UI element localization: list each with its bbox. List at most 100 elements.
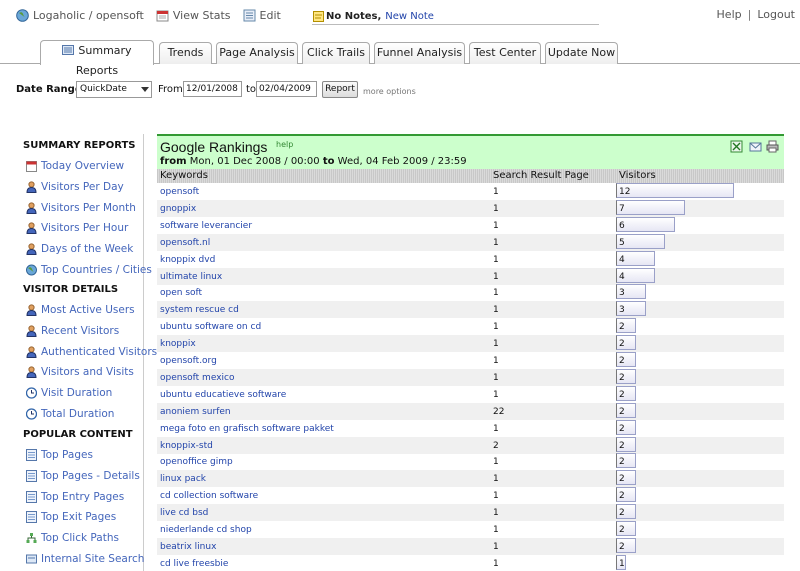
more-options-link[interactable]: more options <box>363 87 416 96</box>
keyword-link[interactable]: opensoft <box>160 187 199 197</box>
report-icon <box>62 45 75 55</box>
search-result-page: 1 <box>493 423 499 434</box>
keyword-link[interactable]: open soft <box>160 288 202 298</box>
visitors-bar: 3 <box>616 301 646 317</box>
from-label: From <box>158 84 183 95</box>
logout-link[interactable]: Logout <box>757 8 795 21</box>
sidebar-item-top-pages-details[interactable]: Top Pages - Details <box>26 468 140 484</box>
quickdate-select[interactable]: QuickDate <box>76 81 152 98</box>
visitors-value: 7 <box>619 203 625 214</box>
table-row: linux pack 1 2 <box>157 470 784 488</box>
view-stats-link[interactable]: View Stats <box>173 9 231 22</box>
table-row: knoppix 1 2 <box>157 335 784 353</box>
print-icon[interactable] <box>766 140 779 153</box>
tab-funnel-analysis[interactable]: Funnel Analysis <box>374 42 465 64</box>
from-word: from <box>160 156 187 167</box>
sidebar-item-days-of-the-week[interactable]: Days of the Week <box>26 241 133 257</box>
keyword-link[interactable]: ubuntu educatieve software <box>160 390 286 400</box>
sidebar-item-visit-duration[interactable]: Visit Duration <box>25 385 112 401</box>
new-note-link[interactable]: New Note <box>385 11 434 22</box>
edit-link[interactable]: Edit <box>260 9 281 22</box>
keyword-link[interactable]: gnoppix <box>160 204 196 214</box>
sidebar-item-top-click-paths[interactable]: Top Click Paths <box>26 530 119 546</box>
help-link[interactable]: help <box>276 140 293 149</box>
to-date-input[interactable]: 02/04/2009 <box>256 81 317 97</box>
keyword-link[interactable]: ultimate linux <box>160 272 222 282</box>
visitors-bar: 2 <box>616 504 636 520</box>
table-row: ubuntu software on cd 1 2 <box>157 318 784 335</box>
top-bar: Logaholic / opensoft View Stats Edit No … <box>0 0 800 34</box>
to-word: to <box>322 156 335 167</box>
tab-update-now[interactable]: Update Now <box>545 42 618 64</box>
sidebar-item-recent-visitors[interactable]: Recent Visitors <box>26 323 119 339</box>
keyword-link[interactable]: knoppix dvd <box>160 255 215 265</box>
keyword-link[interactable]: niederlande cd shop <box>160 525 252 535</box>
keyword-link[interactable]: knoppix <box>160 339 196 349</box>
tab-trends[interactable]: Trends <box>159 42 212 64</box>
keyword-link[interactable]: cd collection software <box>160 491 258 501</box>
tab-page-analysis[interactable]: Page Analysis <box>216 42 298 64</box>
help-link[interactable]: Help <box>717 8 742 21</box>
sidebar-item-label: Days of the Week <box>41 243 134 256</box>
sidebar-item-label: Internal Site Search <box>41 553 145 565</box>
sidebar-item-top-pages[interactable]: Top Pages <box>26 447 93 463</box>
calendar-icon <box>156 10 169 22</box>
sidebar-item-visitors-per-day[interactable]: Visitors Per Day <box>26 179 124 195</box>
site-name-link[interactable]: Logaholic / opensoft <box>33 9 144 22</box>
sidebar-item-top-exit-pages[interactable]: Top Exit Pages <box>26 509 116 525</box>
keyword-link[interactable]: mega foto en grafisch software pakket <box>160 424 334 434</box>
table-row: opensoft mexico 1 2 <box>157 368 784 386</box>
tab-click-trails[interactable]: Click Trails <box>302 42 370 64</box>
search-result-page: 1 <box>493 372 499 383</box>
visitors-value: 2 <box>619 508 625 519</box>
sidebar-item-internal-site-search[interactable]: Internal Site Search <box>26 551 144 567</box>
sidebar-item-visitors-and-visits[interactable]: Visitors and Visits <box>26 364 134 380</box>
keyword-link[interactable]: opensoft mexico <box>160 373 234 383</box>
keyword-link[interactable]: opensoft.org <box>160 356 217 366</box>
sidebar-section-title: POPULAR CONTENT <box>23 429 133 440</box>
sidebar-item-total-duration[interactable]: Total Duration <box>25 406 114 422</box>
sidebar-item-top-entry-pages[interactable]: Top Entry Pages <box>26 489 124 505</box>
column-visitors[interactable]: Visitors <box>619 170 656 181</box>
sidebar-item-visitors-per-hour[interactable]: Visitors Per Hour <box>26 220 128 236</box>
table-row: live cd bsd 1 2 <box>157 504 784 522</box>
sidebar-item-visitors-per-month[interactable]: Visitors Per Month <box>26 200 136 216</box>
keyword-link[interactable]: anoniem surfen <box>160 407 231 417</box>
from-date-input[interactable]: 12/01/2008 <box>183 81 242 97</box>
keyword-link[interactable]: beatrix linux <box>160 542 216 552</box>
sidebar-item-today-overview[interactable]: Today Overview <box>26 158 124 174</box>
keyword-link[interactable]: ubuntu software on cd <box>160 322 261 332</box>
search-result-page: 1 <box>493 356 499 366</box>
column-keywords[interactable]: Keywords <box>160 170 208 181</box>
keyword-link[interactable]: live cd bsd <box>160 508 208 518</box>
visitors-bar: 2 <box>616 385 636 401</box>
keyword-link[interactable]: system rescue cd <box>160 305 239 315</box>
visitors-value: 2 <box>619 541 625 552</box>
tab-summary-reports[interactable]: Summary Reports <box>40 40 154 77</box>
column-search-result-page[interactable]: Search Result Page <box>493 170 589 181</box>
tab-test-center[interactable]: Test Center <box>469 42 541 64</box>
keyword-link[interactable]: openoffice gimp <box>160 457 233 467</box>
search-result-page: 1 <box>493 491 499 502</box>
search-result-page: 1 <box>493 220 499 231</box>
keyword-link[interactable]: cd live freesbie <box>160 559 228 569</box>
sidebar-item-authenticated-visitors[interactable]: Authenticated Visitors <box>26 344 157 360</box>
visitors-value: 2 <box>619 525 625 535</box>
visitors-value: 2 <box>619 372 625 383</box>
keyword-link[interactable]: opensoft.nl <box>160 238 210 248</box>
calendar-icon <box>26 160 37 172</box>
sidebar-item-label: Top Entry Pages <box>41 490 125 503</box>
visitors-value: 4 <box>619 254 625 265</box>
table-row: ubuntu educatieve software 1 2 <box>157 385 784 403</box>
sidebar-item-top-countries-cities[interactable]: Top Countries / Cities <box>26 262 152 278</box>
keyword-link[interactable]: knoppix-std <box>160 441 213 451</box>
keyword-link[interactable]: linux pack <box>160 474 206 484</box>
keyword-link[interactable]: software leverancier <box>160 221 252 231</box>
email-report-icon[interactable] <box>749 140 762 153</box>
report-button[interactable]: Report <box>322 81 358 98</box>
search-result-page: 1 <box>493 558 499 569</box>
sidebar-item-most-active-users[interactable]: Most Active Users <box>26 302 135 318</box>
export-excel-icon[interactable] <box>730 140 743 153</box>
user-icon <box>26 325 37 337</box>
quickdate-value: QuickDate <box>80 84 127 94</box>
